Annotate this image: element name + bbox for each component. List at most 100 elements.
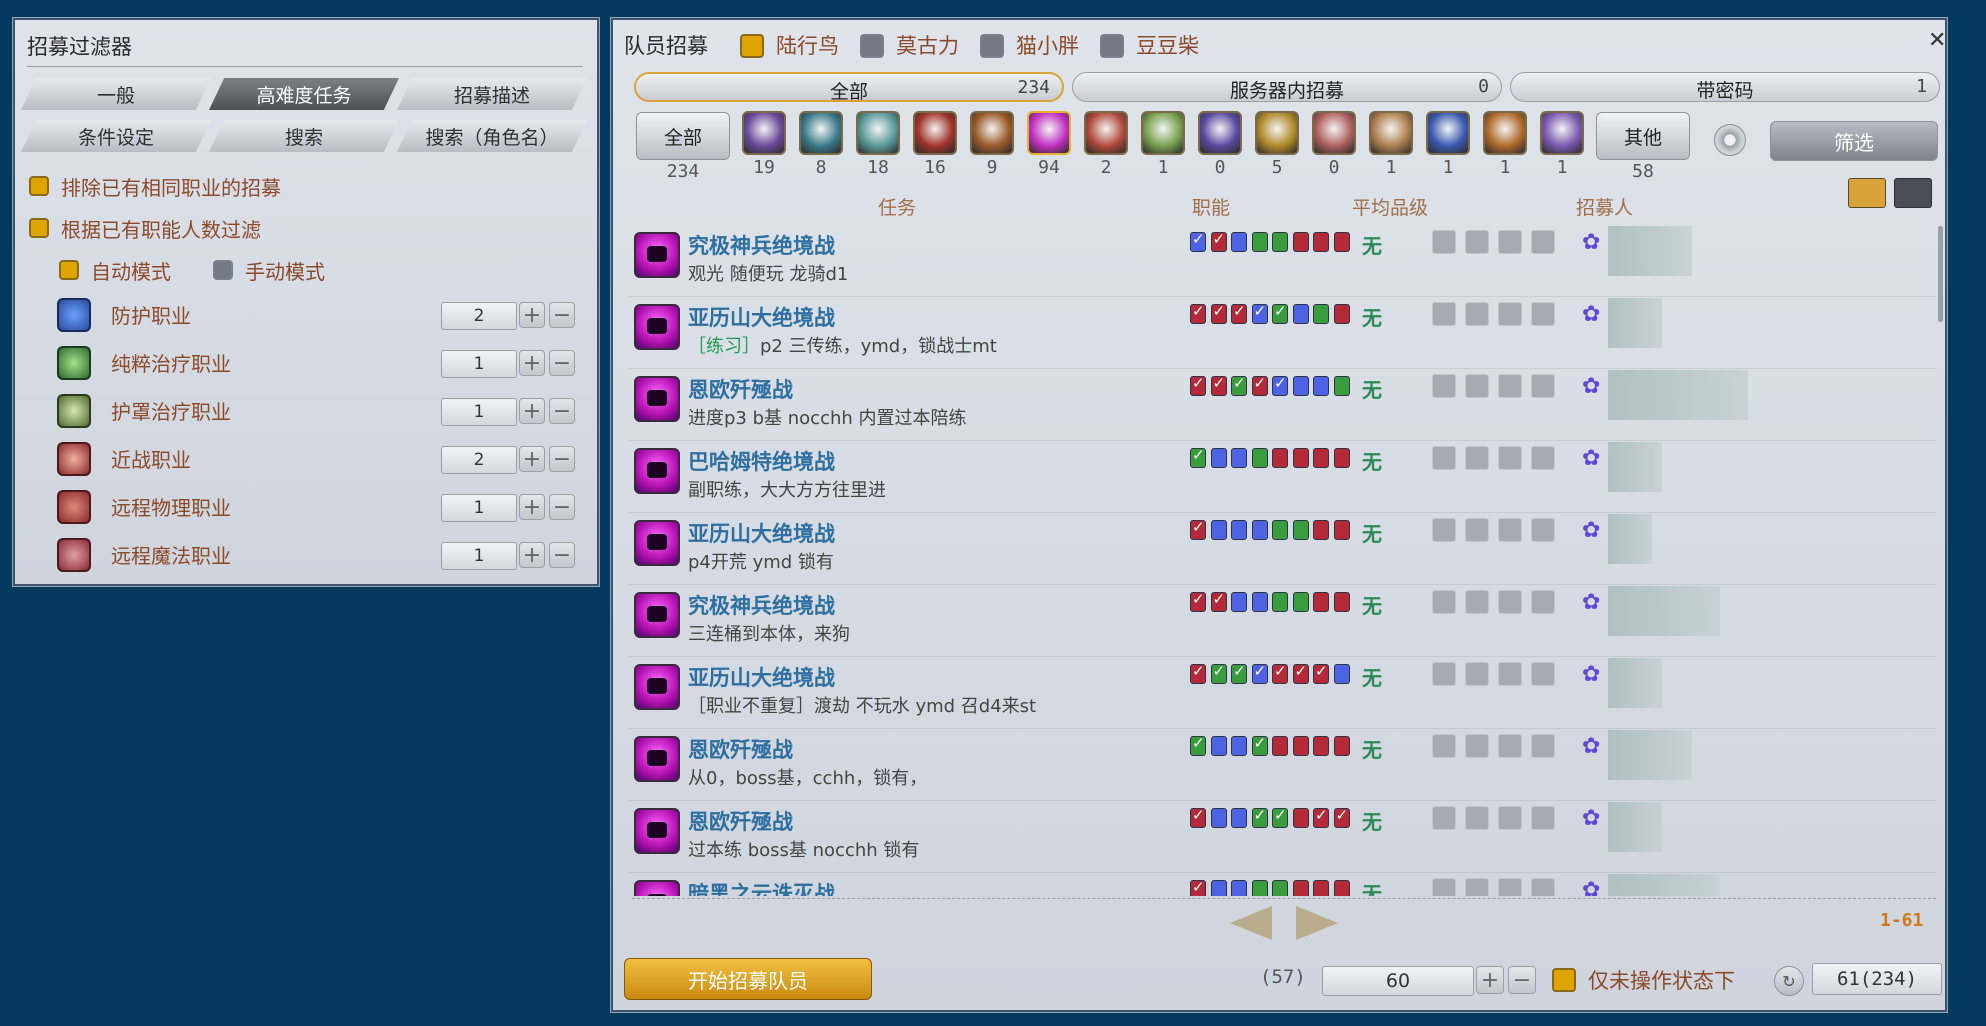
category-icon-6[interactable]: 2 [1082, 111, 1130, 178]
role-slot [1292, 448, 1309, 468]
category-all-button[interactable]: 全部 [636, 112, 730, 160]
gear-icon[interactable] [1714, 124, 1746, 156]
segment-label: 服务器内招募 [1229, 80, 1344, 102]
per-page-minus-button[interactable]: − [1508, 966, 1536, 994]
world-checkbox-shiba[interactable] [1100, 34, 1124, 58]
filter-by-role-checkbox[interactable] [29, 218, 49, 238]
melee-plus-button[interactable]: + [519, 446, 545, 472]
duty-category-icon [1483, 111, 1527, 155]
recruit-desc-text: p4开荒 ymd 锁有 [688, 552, 834, 573]
category-icon-7[interactable]: 1 [1139, 111, 1187, 178]
barrier-healer-plus-button[interactable]: + [519, 398, 545, 424]
category-other-button[interactable]: 其他 [1596, 112, 1690, 160]
category-count: 1 [1385, 157, 1397, 178]
melee-minus-button[interactable]: − [549, 446, 575, 472]
leader-name-blurred [1608, 730, 1692, 780]
ranged-magic-minus-button[interactable]: − [549, 542, 575, 568]
filter-button[interactable]: 筛选 [1770, 121, 1938, 161]
manual-mode-radio[interactable] [213, 260, 233, 280]
tank-minus-button[interactable]: − [549, 302, 575, 328]
role-slot [1190, 734, 1206, 756]
category-icon-13[interactable]: 1 [1481, 111, 1529, 178]
role-slot [1190, 374, 1206, 396]
table-row[interactable]: 究极神兵绝境战观光 随便玩 龙骑d1 无 ✿ [628, 226, 1936, 298]
ranged-magic-count-input[interactable]: 1 [441, 542, 517, 570]
segment-all[interactable]: 全部 234 [634, 72, 1064, 103]
list-scrollbar[interactable] [1938, 226, 1943, 322]
pure-healer-plus-button[interactable]: + [519, 350, 545, 376]
category-icon-5[interactable]: 94 [1025, 111, 1073, 178]
start-recruit-button[interactable]: 开始招募队员 [624, 958, 872, 1000]
auto-mode-radio[interactable] [59, 260, 79, 280]
duty-icon [634, 520, 680, 566]
tank-count-input[interactable]: 2 [441, 302, 517, 330]
tab-search-character[interactable]: 搜索（角色名） [397, 120, 587, 152]
table-row[interactable]: 亚历山大绝境战 ［职业不重复］渡劫 不玩水 ymd 召d4来st 无 ✿ [628, 658, 1936, 730]
duty-category-icon [1540, 111, 1584, 155]
tab-high-difficulty[interactable]: 高难度任务 [209, 78, 399, 110]
party-slot [1465, 662, 1489, 686]
category-icon-4[interactable]: 9 [968, 111, 1016, 178]
duty-name: 恩欧歼殛战 [688, 738, 793, 762]
duty-icon [634, 736, 680, 782]
table-row[interactable]: 巴哈姆特绝境战副职练，大大方方往里进 无 ✿ [628, 442, 1936, 514]
tab-conditions[interactable]: 条件设定 [21, 120, 211, 152]
pure-healer-minus-button[interactable]: − [549, 350, 575, 376]
category-icon-2[interactable]: 18 [854, 111, 902, 178]
duty-category-icon [856, 111, 900, 155]
table-row[interactable]: 恩欧歼殛战过本练 boss基 nocchh 锁有 无 ✿ [628, 802, 1936, 874]
duty-category-icon [1141, 111, 1185, 155]
per-page-plus-button[interactable]: + [1476, 966, 1504, 994]
category-icon-9[interactable]: 5 [1253, 111, 1301, 178]
party-slot [1465, 230, 1489, 254]
table-row[interactable]: 究极神兵绝境战三连桶到本体，来狗 无 ✿ [628, 586, 1936, 658]
list-view-icon[interactable] [1848, 178, 1886, 208]
world-checkbox-moogle[interactable] [860, 34, 884, 58]
barrier-healer-minus-button[interactable]: − [549, 398, 575, 424]
table-row[interactable]: 暗黑之云诛灭战 无 ✿ [628, 874, 1936, 896]
category-icon-1[interactable]: 8 [797, 111, 845, 178]
close-icon[interactable]: ✕ [1928, 28, 1946, 53]
category-icon-10[interactable]: 0 [1310, 111, 1358, 178]
table-row[interactable]: 亚历山大绝境战 p4开荒 ymd 锁有 无 ✿ [628, 514, 1936, 586]
exclude-same-job-checkbox[interactable] [29, 176, 49, 196]
party-slot [1465, 590, 1489, 614]
melee-count-input[interactable]: 2 [441, 446, 517, 474]
table-row[interactable]: 恩欧歼殛战进度p3 b基 nocchh 内置过本陪练 无 ✿ [628, 370, 1936, 442]
next-page-arrow-icon[interactable] [1296, 906, 1338, 940]
ranged-physical-count-input[interactable]: 1 [441, 494, 517, 522]
tab-search[interactable]: 搜索 [209, 120, 399, 152]
category-icon-0[interactable]: 19 [740, 111, 788, 178]
refresh-icon[interactable]: ↻ [1774, 966, 1804, 996]
role-slot [1333, 664, 1350, 684]
ranged-magic-plus-button[interactable]: + [519, 542, 545, 568]
table-row[interactable]: 亚历山大绝境战［练习］p2 三传练，ymd，锁战士mt无✿ [628, 298, 1936, 370]
title-divider [27, 66, 583, 67]
category-icon-14[interactable]: 1 [1538, 111, 1586, 178]
category-icon-8[interactable]: 0 [1196, 111, 1244, 178]
ranged-physical-minus-button[interactable]: − [549, 494, 575, 520]
world-checkbox-chocobo[interactable] [740, 34, 764, 58]
category-icon-12[interactable]: 1 [1424, 111, 1472, 178]
category-icon-3[interactable]: 16 [911, 111, 959, 178]
ranged-physical-plus-button[interactable]: + [519, 494, 545, 520]
only-idle-checkbox[interactable] [1552, 968, 1576, 992]
barrier-healer-count-input[interactable]: 1 [441, 398, 517, 426]
per-page-input[interactable]: 60 [1322, 966, 1474, 996]
tank-plus-button[interactable]: + [519, 302, 545, 328]
table-row[interactable]: 恩欧歼殛战从0，boss基，cchh，锁有， 无 ✿ [628, 730, 1936, 802]
category-icon-11[interactable]: 1 [1367, 111, 1415, 178]
tab-recruit-description[interactable]: 招募描述 [397, 78, 587, 110]
world-checkbox-fatcat[interactable] [980, 34, 1004, 58]
pure-healer-count-input[interactable]: 1 [441, 350, 517, 378]
party-slot [1465, 518, 1489, 542]
compact-view-icon[interactable] [1894, 178, 1932, 208]
segment-password[interactable]: 带密码 1 [1510, 72, 1940, 102]
role-slot [1190, 878, 1206, 896]
duty-category-icon [1369, 111, 1413, 155]
tab-general[interactable]: 一般 [21, 78, 211, 110]
prev-page-arrow-icon[interactable] [1230, 906, 1272, 940]
party-slot [1531, 374, 1555, 398]
segment-in-server[interactable]: 服务器内招募 0 [1072, 72, 1502, 102]
leader-icon: ✿ [1582, 446, 1601, 471]
